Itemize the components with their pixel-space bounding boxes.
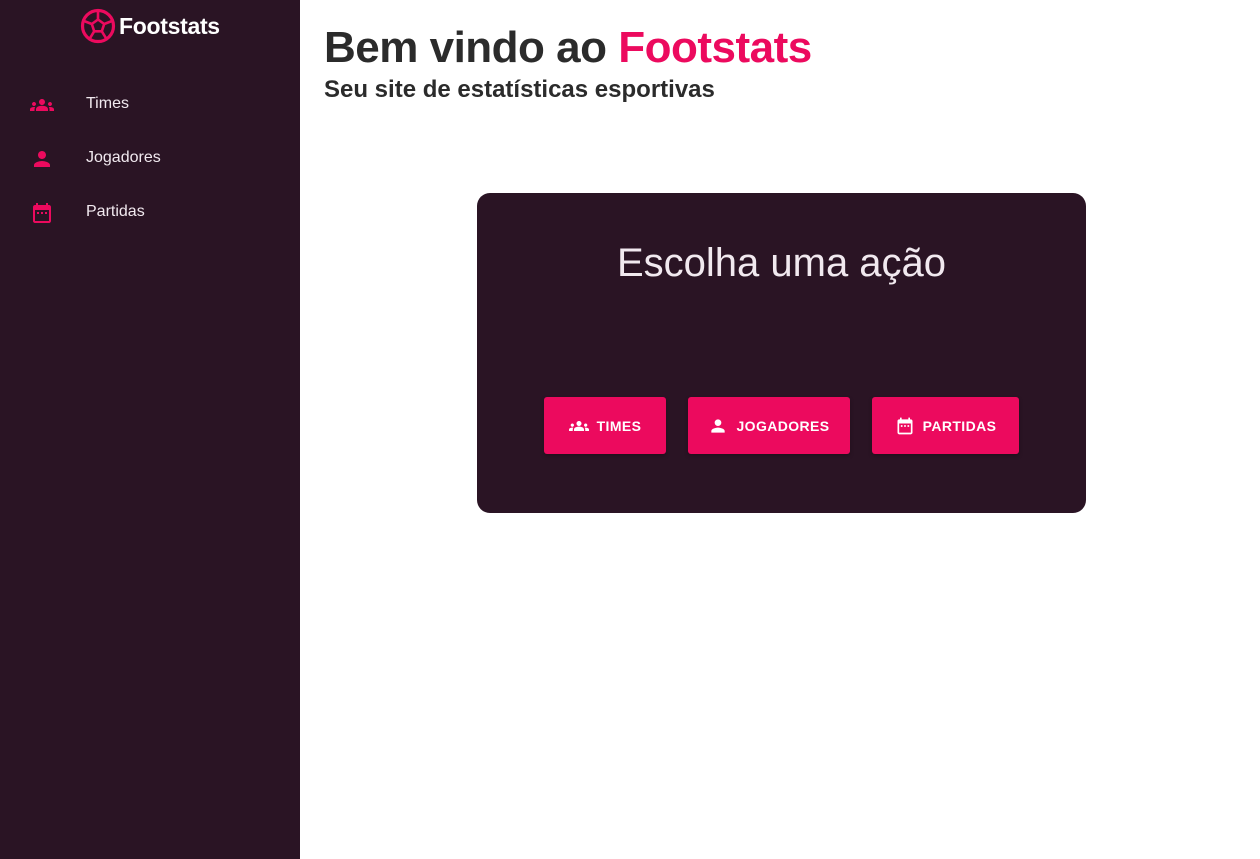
welcome-prefix: Bem vindo ao — [324, 23, 619, 72]
jogadores-button-label: JOGADORES — [736, 417, 830, 434]
sidebar-nav: Times Jogadores Partidas — [0, 78, 300, 240]
action-card-title: Escolha uma ação — [616, 241, 947, 285]
sidebar-item-jogadores[interactable]: Jogadores — [0, 132, 300, 186]
soccer-ball-icon — [80, 8, 116, 44]
partidas-button[interactable]: PARTIDAS — [872, 397, 1019, 454]
groups-icon — [30, 99, 54, 111]
sidebar-item-label: Partidas — [86, 203, 145, 220]
person-icon — [711, 418, 726, 433]
sidebar-item-times[interactable]: Times — [0, 78, 300, 132]
sidebar-item-label: Times — [86, 95, 129, 112]
times-button-label: TIMES — [596, 417, 642, 434]
calendar-icon — [33, 203, 51, 223]
groups-icon — [568, 420, 589, 431]
welcome-brand: Footstats — [618, 23, 812, 72]
page-subtitle: Seu site de estatísticas esportivas — [324, 76, 715, 103]
person-icon — [34, 151, 50, 167]
page-title: Bem vindo ao Footstats — [324, 20, 812, 76]
app-root: Footstats Times Jogadores Partidas Bem v… — [0, 0, 1260, 859]
action-card: Escolha uma ação TIMES JOGADORES PARTIDA… — [477, 193, 1086, 513]
times-button[interactable]: TIMES — [544, 397, 666, 454]
main-content: Bem vindo ao Footstats Seu site de estat… — [300, 0, 1260, 859]
action-card-header: Escolha uma ação — [477, 238, 1086, 288]
brand[interactable]: Footstats — [80, 7, 220, 45]
sidebar: Footstats Times Jogadores Partidas — [0, 0, 300, 859]
jogadores-button[interactable]: JOGADORES — [688, 397, 850, 454]
sidebar-item-partidas[interactable]: Partidas — [0, 186, 300, 240]
calendar-icon — [897, 417, 913, 434]
partidas-button-label: PARTIDAS — [922, 417, 997, 434]
sidebar-item-label: Jogadores — [86, 149, 161, 166]
brand-name: Footstats — [119, 12, 220, 39]
